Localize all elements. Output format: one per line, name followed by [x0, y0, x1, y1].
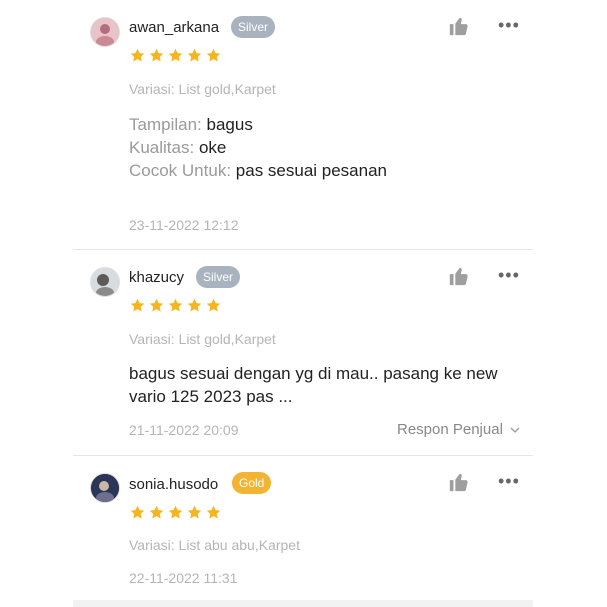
thumbs-up-icon[interactable] [448, 265, 470, 287]
seller-response-toggle[interactable]: Respon Penjual [397, 421, 521, 438]
review-line: Tampilan: bagus [129, 113, 529, 136]
line-label: Kualitas: [129, 138, 195, 157]
star-icon [130, 48, 145, 62]
line-value: pas sesuai pesanan [235, 161, 388, 180]
tier-badge: Silver [231, 16, 276, 38]
star-icon [187, 298, 202, 312]
tier-badge: Gold [232, 472, 272, 494]
star-icon [130, 298, 145, 312]
thumbs-up-icon[interactable] [448, 471, 470, 493]
more-dots-icon[interactable]: ••• [498, 472, 519, 496]
username[interactable]: sonia.husodo [129, 476, 218, 493]
divider [73, 249, 533, 250]
star-rating [129, 297, 222, 314]
star-rating [129, 504, 222, 521]
star-icon [130, 505, 145, 519]
chevron-down-icon [510, 427, 520, 433]
tier-badge: Silver [196, 266, 241, 288]
more-dots-icon[interactable]: ••• [498, 266, 519, 290]
avatar[interactable] [90, 473, 120, 503]
review-text: bagus sesuai dengan yg di mau.. pasang k… [129, 364, 498, 406]
line-value: oke [198, 138, 227, 157]
line-label: Cocok Untuk: [129, 161, 232, 180]
avatar[interactable] [90, 17, 120, 47]
review-card: khazucy Silver ••• Variasi: List gold,Ka… [73, 251, 533, 455]
review-date: 22-11-2022 11:31 [129, 570, 238, 586]
variation-text: Variasi: List gold,Karpet [129, 81, 276, 97]
star-icon [168, 48, 183, 62]
seller-response-label: Respon Penjual [397, 421, 503, 438]
review-line: Cocok Untuk: pas sesuai pesanan [129, 159, 529, 182]
review-line: Kualitas: oke [129, 136, 529, 159]
star-icon [149, 48, 164, 62]
avatar[interactable] [90, 267, 120, 297]
star-icon [168, 298, 183, 312]
star-icon [149, 505, 164, 519]
line-label: Tampilan: [129, 115, 202, 134]
line-value: bagus [206, 115, 253, 134]
star-icon [187, 48, 202, 62]
review-card: awan_arkana Silver ••• Variasi: List gol… [73, 0, 533, 250]
star-icon [206, 505, 221, 519]
variation-text: Variasi: List abu abu,Karpet [129, 537, 300, 553]
thumbs-up-icon[interactable] [448, 15, 470, 37]
review-card: sonia.husodo Gold ••• Variasi: List abu … [73, 456, 533, 600]
variation-text: Variasi: List gold,Karpet [129, 331, 276, 347]
star-icon [187, 505, 202, 519]
username[interactable]: khazucy [129, 269, 184, 286]
more-dots-icon[interactable]: ••• [498, 16, 519, 40]
section-separator [73, 600, 533, 607]
review-date: 23-11-2022 12:12 [129, 217, 239, 233]
star-icon [206, 48, 221, 62]
username[interactable]: awan_arkana [129, 19, 219, 36]
review-text: Tampilan: bagus Kualitas: oke Cocok Untu… [129, 113, 529, 182]
review-date: 21-11-2022 20:09 [129, 422, 239, 438]
star-icon [206, 298, 221, 312]
star-icon [149, 298, 164, 312]
star-icon [168, 505, 183, 519]
star-rating [129, 47, 222, 64]
